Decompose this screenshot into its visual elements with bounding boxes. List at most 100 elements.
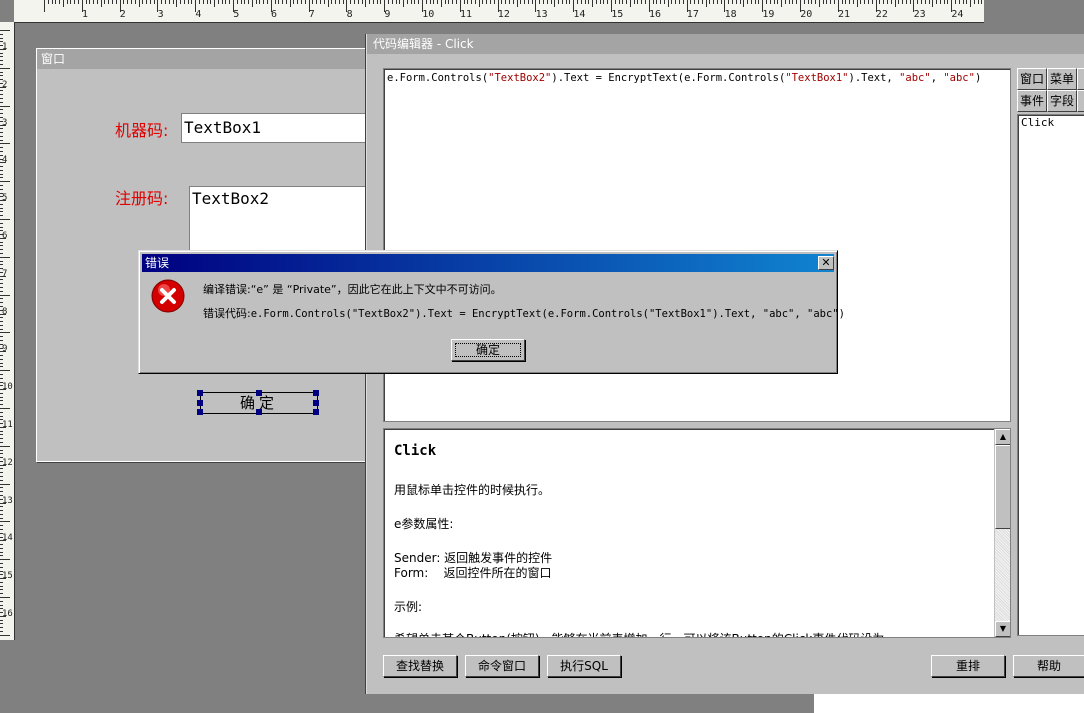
ruler-tick bbox=[0, 589, 3, 591]
ruler-tick bbox=[255, 0, 257, 4]
command-window-button[interactable]: 命令窗口 bbox=[465, 655, 539, 677]
tab-window[interactable]: 窗口 bbox=[1017, 68, 1047, 90]
ruler-tick bbox=[149, 0, 151, 4]
ruler-tick bbox=[134, 0, 136, 4]
execute-sql-button[interactable]: 执行SQL bbox=[547, 655, 621, 677]
ruler-tick bbox=[0, 203, 3, 205]
ruler-tick bbox=[0, 449, 3, 451]
ruler-tick bbox=[229, 0, 231, 4]
ruler-tick bbox=[70, 0, 72, 4]
help-panel[interactable]: Click 用鼠标单击控件的时候执行。 e参数属性: Sender: 返回触发事… bbox=[383, 428, 1011, 638]
tab-fields[interactable]: 字段 bbox=[1047, 90, 1077, 112]
ruler-tick bbox=[399, 0, 401, 4]
ruler-tick bbox=[954, 0, 956, 4]
ruler-tick bbox=[652, 0, 654, 4]
ruler-tick bbox=[970, 0, 972, 7]
selection-handle[interactable] bbox=[313, 400, 319, 406]
ruler-tick bbox=[777, 0, 779, 4]
ruler-tick bbox=[626, 0, 628, 4]
ruler-tick bbox=[0, 559, 10, 561]
ruler-tick bbox=[781, 0, 783, 7]
ruler-tick bbox=[527, 0, 529, 4]
ruler-tick bbox=[679, 0, 681, 4]
ruler-tick bbox=[720, 0, 722, 4]
ruler-tick bbox=[501, 0, 503, 4]
ruler-tick bbox=[0, 544, 3, 546]
ruler-tick bbox=[0, 581, 3, 583]
selection-handle[interactable] bbox=[197, 409, 203, 415]
ruler-tick bbox=[713, 0, 715, 4]
ruler-tick bbox=[747, 0, 749, 4]
ruler-tick bbox=[0, 324, 3, 326]
ruler-tick bbox=[0, 366, 3, 368]
tab-more[interactable]: 粘 bbox=[1077, 68, 1084, 90]
ruler-tick bbox=[410, 0, 412, 4]
ruler-tick bbox=[259, 0, 261, 4]
ruler-tick bbox=[372, 0, 374, 4]
help-description: 用鼠标单击控件的时候执行。 bbox=[394, 483, 551, 497]
selection-handle[interactable] bbox=[256, 390, 262, 396]
ruler-tick bbox=[0, 411, 3, 413]
selection-handle[interactable] bbox=[313, 409, 319, 415]
close-icon[interactable]: ✕ bbox=[818, 256, 834, 270]
ruler-tick bbox=[849, 0, 851, 4]
ruler-tick bbox=[580, 0, 582, 4]
ruler-tick bbox=[210, 0, 212, 4]
ruler-tick bbox=[0, 562, 3, 564]
register-code-textbox[interactable]: TextBox2 bbox=[189, 186, 381, 256]
help-button[interactable]: 帮助 bbox=[1013, 655, 1084, 677]
ruler-number: 1 bbox=[82, 9, 89, 20]
machine-code-textbox[interactable]: TextBox1 bbox=[181, 113, 381, 143]
selection-handle[interactable] bbox=[197, 400, 203, 406]
ruler-tick bbox=[0, 317, 3, 319]
ruler-tick bbox=[387, 0, 389, 4]
ruler-tick bbox=[803, 0, 805, 4]
ruler-tick bbox=[357, 0, 359, 4]
reset-button[interactable]: 重排 bbox=[931, 655, 1005, 677]
ruler-tick bbox=[0, 396, 3, 398]
ruler-tick bbox=[569, 0, 571, 4]
tab-menu[interactable]: 菜单 bbox=[1047, 68, 1077, 90]
ruler-tick bbox=[93, 0, 95, 4]
ruler-tick bbox=[248, 0, 250, 4]
scroll-down-icon[interactable]: ▼ bbox=[995, 621, 1010, 637]
vertical-ruler: 1 2 3 4 5 6 7 8 9 10 11 12 13 14 15 16 bbox=[0, 22, 15, 640]
ruler-tick bbox=[0, 506, 3, 508]
error-dialog[interactable]: 错误 ✕ 编译错误:“e” 是 “Private”，因此它在此上下文中不可访问。… bbox=[138, 250, 845, 374]
ruler-number: 22 bbox=[875, 9, 888, 20]
event-list[interactable]: Click bbox=[1017, 114, 1084, 636]
event-list-item[interactable]: Click bbox=[1021, 116, 1054, 129]
ruler-tick bbox=[327, 0, 329, 7]
ruler-tick bbox=[660, 0, 662, 4]
scroll-up-icon[interactable]: ▲ bbox=[995, 429, 1010, 445]
tab-events[interactable]: 事件 bbox=[1017, 90, 1047, 112]
selection-handle[interactable] bbox=[197, 390, 203, 396]
code-text: ).Text, bbox=[848, 72, 900, 84]
ruler-tick bbox=[0, 400, 3, 402]
ruler-tick bbox=[130, 0, 132, 4]
ruler-tick bbox=[0, 631, 3, 633]
ruler-tick bbox=[815, 0, 817, 4]
ruler-tick bbox=[645, 0, 647, 4]
ruler-tick bbox=[516, 0, 518, 7]
ruler-tick bbox=[168, 0, 170, 4]
ruler-tick bbox=[675, 0, 677, 4]
ruler-number: 15 bbox=[611, 9, 624, 20]
scroll-thumb[interactable] bbox=[995, 445, 1010, 529]
ruler-tick bbox=[939, 0, 941, 4]
ruler-tick bbox=[0, 33, 3, 35]
ruler-tick bbox=[531, 0, 533, 4]
ruler-tick bbox=[826, 0, 828, 4]
help-scrollbar[interactable]: ▲ ▼ bbox=[994, 429, 1010, 637]
error-code-line: 错误代码:e.Form.Controls("TextBox2").Text = … bbox=[203, 305, 845, 321]
find-replace-button[interactable]: 查找替换 bbox=[383, 655, 457, 677]
selection-handle[interactable] bbox=[256, 409, 262, 415]
dialog-ok-button[interactable]: 确定 bbox=[451, 339, 525, 361]
ruler-tick bbox=[278, 0, 280, 4]
tab-help[interactable]: 帮 bbox=[1077, 90, 1084, 112]
selection-handle[interactable] bbox=[313, 390, 319, 396]
ruler-tick bbox=[146, 0, 148, 4]
ruler-tick bbox=[0, 585, 3, 587]
ruler-tick bbox=[905, 0, 907, 4]
ruler-tick bbox=[214, 0, 216, 7]
